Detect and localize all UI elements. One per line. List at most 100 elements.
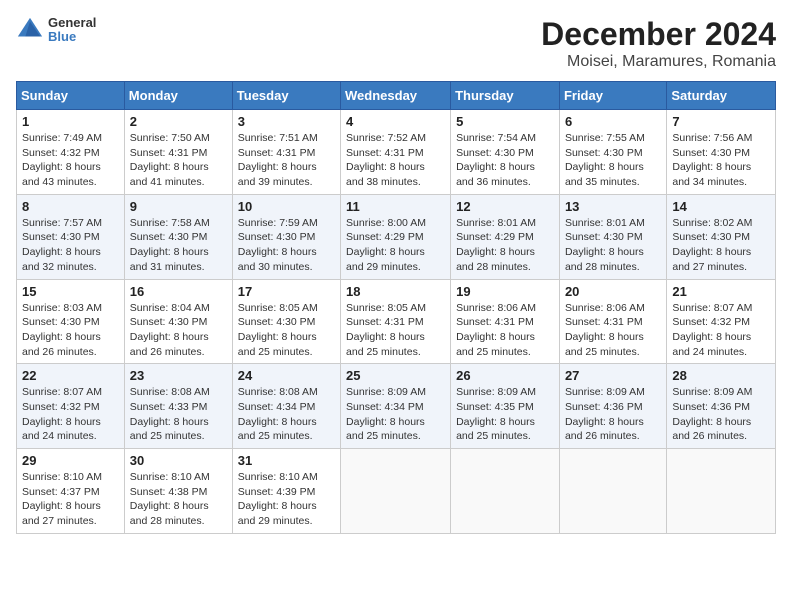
calendar-header-row: SundayMondayTuesdayWednesdayThursdayFrid… [17, 82, 776, 110]
day-info: Sunrise: 8:05 AM Sunset: 4:31 PM Dayligh… [346, 301, 445, 360]
day-number: 13 [565, 199, 661, 214]
day-info: Sunrise: 7:51 AM Sunset: 4:31 PM Dayligh… [238, 131, 335, 190]
header-sunday: Sunday [17, 82, 125, 110]
day-info: Sunrise: 8:09 AM Sunset: 4:34 PM Dayligh… [346, 385, 445, 444]
logo-line2: Blue [48, 30, 96, 44]
day-info: Sunrise: 8:04 AM Sunset: 4:30 PM Dayligh… [130, 301, 227, 360]
day-number: 18 [346, 284, 445, 299]
day-info: Sunrise: 8:07 AM Sunset: 4:32 PM Dayligh… [22, 385, 119, 444]
calendar-cell: 5 Sunrise: 7:54 AM Sunset: 4:30 PM Dayli… [451, 110, 560, 195]
day-number: 16 [130, 284, 227, 299]
calendar-cell [451, 449, 560, 534]
day-info: Sunrise: 8:02 AM Sunset: 4:30 PM Dayligh… [672, 216, 770, 275]
calendar-week-4: 22 Sunrise: 8:07 AM Sunset: 4:32 PM Dayl… [17, 364, 776, 449]
day-info: Sunrise: 8:01 AM Sunset: 4:29 PM Dayligh… [456, 216, 554, 275]
day-number: 4 [346, 114, 445, 129]
day-number: 6 [565, 114, 661, 129]
day-info: Sunrise: 7:56 AM Sunset: 4:30 PM Dayligh… [672, 131, 770, 190]
day-number: 2 [130, 114, 227, 129]
header-saturday: Saturday [667, 82, 776, 110]
day-number: 12 [456, 199, 554, 214]
day-number: 1 [22, 114, 119, 129]
day-number: 22 [22, 368, 119, 383]
day-number: 20 [565, 284, 661, 299]
day-number: 8 [22, 199, 119, 214]
calendar-cell: 13 Sunrise: 8:01 AM Sunset: 4:30 PM Dayl… [559, 194, 666, 279]
header-friday: Friday [559, 82, 666, 110]
calendar-week-5: 29 Sunrise: 8:10 AM Sunset: 4:37 PM Dayl… [17, 449, 776, 534]
calendar-cell: 8 Sunrise: 7:57 AM Sunset: 4:30 PM Dayli… [17, 194, 125, 279]
day-info: Sunrise: 7:57 AM Sunset: 4:30 PM Dayligh… [22, 216, 119, 275]
day-number: 25 [346, 368, 445, 383]
calendar-cell: 28 Sunrise: 8:09 AM Sunset: 4:36 PM Dayl… [667, 364, 776, 449]
day-number: 9 [130, 199, 227, 214]
day-number: 10 [238, 199, 335, 214]
calendar-title: December 2024 [541, 16, 776, 53]
day-number: 15 [22, 284, 119, 299]
header-thursday: Thursday [451, 82, 560, 110]
logo-line1: General [48, 16, 96, 30]
calendar-cell: 20 Sunrise: 8:06 AM Sunset: 4:31 PM Dayl… [559, 279, 666, 364]
day-number: 19 [456, 284, 554, 299]
calendar-cell: 16 Sunrise: 8:04 AM Sunset: 4:30 PM Dayl… [124, 279, 232, 364]
day-number: 29 [22, 453, 119, 468]
calendar-cell: 31 Sunrise: 8:10 AM Sunset: 4:39 PM Dayl… [232, 449, 340, 534]
calendar-cell: 26 Sunrise: 8:09 AM Sunset: 4:35 PM Dayl… [451, 364, 560, 449]
title-area: December 2024 Moisei, Maramures, Romania [541, 16, 776, 71]
day-number: 17 [238, 284, 335, 299]
calendar-week-3: 15 Sunrise: 8:03 AM Sunset: 4:30 PM Dayl… [17, 279, 776, 364]
header-wednesday: Wednesday [341, 82, 451, 110]
day-number: 3 [238, 114, 335, 129]
calendar-cell: 2 Sunrise: 7:50 AM Sunset: 4:31 PM Dayli… [124, 110, 232, 195]
header-monday: Monday [124, 82, 232, 110]
day-number: 31 [238, 453, 335, 468]
day-info: Sunrise: 8:05 AM Sunset: 4:30 PM Dayligh… [238, 301, 335, 360]
calendar-cell: 4 Sunrise: 7:52 AM Sunset: 4:31 PM Dayli… [341, 110, 451, 195]
day-info: Sunrise: 8:09 AM Sunset: 4:36 PM Dayligh… [565, 385, 661, 444]
calendar-cell [341, 449, 451, 534]
calendar-cell: 14 Sunrise: 8:02 AM Sunset: 4:30 PM Dayl… [667, 194, 776, 279]
day-info: Sunrise: 8:08 AM Sunset: 4:34 PM Dayligh… [238, 385, 335, 444]
calendar-cell: 22 Sunrise: 8:07 AM Sunset: 4:32 PM Dayl… [17, 364, 125, 449]
calendar-cell: 12 Sunrise: 8:01 AM Sunset: 4:29 PM Dayl… [451, 194, 560, 279]
day-number: 7 [672, 114, 770, 129]
day-info: Sunrise: 8:06 AM Sunset: 4:31 PM Dayligh… [565, 301, 661, 360]
day-number: 26 [456, 368, 554, 383]
calendar-cell [667, 449, 776, 534]
calendar-table: SundayMondayTuesdayWednesdayThursdayFrid… [16, 81, 776, 534]
calendar-cell: 23 Sunrise: 8:08 AM Sunset: 4:33 PM Dayl… [124, 364, 232, 449]
calendar-cell [559, 449, 666, 534]
day-info: Sunrise: 8:07 AM Sunset: 4:32 PM Dayligh… [672, 301, 770, 360]
calendar-cell: 3 Sunrise: 7:51 AM Sunset: 4:31 PM Dayli… [232, 110, 340, 195]
day-info: Sunrise: 8:10 AM Sunset: 4:37 PM Dayligh… [22, 470, 119, 529]
calendar-week-2: 8 Sunrise: 7:57 AM Sunset: 4:30 PM Dayli… [17, 194, 776, 279]
day-info: Sunrise: 7:58 AM Sunset: 4:30 PM Dayligh… [130, 216, 227, 275]
calendar-cell: 21 Sunrise: 8:07 AM Sunset: 4:32 PM Dayl… [667, 279, 776, 364]
logo-text: General Blue [48, 16, 96, 45]
day-info: Sunrise: 8:01 AM Sunset: 4:30 PM Dayligh… [565, 216, 661, 275]
day-number: 23 [130, 368, 227, 383]
calendar-cell: 9 Sunrise: 7:58 AM Sunset: 4:30 PM Dayli… [124, 194, 232, 279]
day-info: Sunrise: 7:50 AM Sunset: 4:31 PM Dayligh… [130, 131, 227, 190]
calendar-cell: 18 Sunrise: 8:05 AM Sunset: 4:31 PM Dayl… [341, 279, 451, 364]
calendar-cell: 19 Sunrise: 8:06 AM Sunset: 4:31 PM Dayl… [451, 279, 560, 364]
logo: General Blue [16, 16, 96, 45]
calendar-cell: 7 Sunrise: 7:56 AM Sunset: 4:30 PM Dayli… [667, 110, 776, 195]
day-info: Sunrise: 8:09 AM Sunset: 4:36 PM Dayligh… [672, 385, 770, 444]
day-number: 28 [672, 368, 770, 383]
calendar-week-1: 1 Sunrise: 7:49 AM Sunset: 4:32 PM Dayli… [17, 110, 776, 195]
calendar-subtitle: Moisei, Maramures, Romania [541, 53, 776, 71]
calendar-cell: 29 Sunrise: 8:10 AM Sunset: 4:37 PM Dayl… [17, 449, 125, 534]
calendar-cell: 24 Sunrise: 8:08 AM Sunset: 4:34 PM Dayl… [232, 364, 340, 449]
day-info: Sunrise: 8:03 AM Sunset: 4:30 PM Dayligh… [22, 301, 119, 360]
calendar-cell: 30 Sunrise: 8:10 AM Sunset: 4:38 PM Dayl… [124, 449, 232, 534]
calendar-cell: 15 Sunrise: 8:03 AM Sunset: 4:30 PM Dayl… [17, 279, 125, 364]
day-info: Sunrise: 7:49 AM Sunset: 4:32 PM Dayligh… [22, 131, 119, 190]
day-number: 30 [130, 453, 227, 468]
day-number: 24 [238, 368, 335, 383]
calendar-cell: 27 Sunrise: 8:09 AM Sunset: 4:36 PM Dayl… [559, 364, 666, 449]
calendar-cell: 11 Sunrise: 8:00 AM Sunset: 4:29 PM Dayl… [341, 194, 451, 279]
logo-icon [16, 16, 44, 44]
day-info: Sunrise: 7:59 AM Sunset: 4:30 PM Dayligh… [238, 216, 335, 275]
day-info: Sunrise: 8:10 AM Sunset: 4:39 PM Dayligh… [238, 470, 335, 529]
